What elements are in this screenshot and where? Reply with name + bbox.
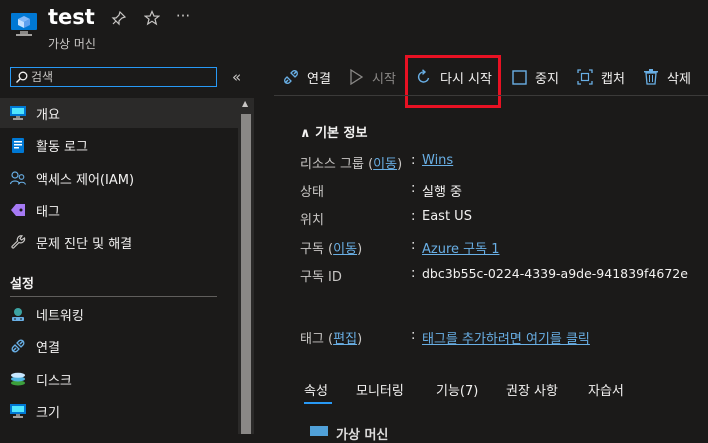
- sidebar-item-size[interactable]: 크기: [0, 396, 238, 426]
- edit-tags-link[interactable]: 편집: [333, 332, 357, 347]
- subscription-id-value: dbc3b55c-0224-4339-a9de-941839f4672e: [422, 266, 688, 281]
- sidebar-item-label: 활동 로그: [36, 139, 88, 155]
- vm-icon: [10, 10, 38, 38]
- wrench-icon: [10, 234, 26, 250]
- search-icon: [16, 71, 28, 83]
- move-link[interactable]: 이동: [333, 242, 357, 257]
- separator: :: [411, 266, 416, 281]
- restart-highlight-box: [405, 55, 501, 108]
- monitor-icon: [10, 105, 26, 121]
- log-icon: [10, 137, 26, 153]
- network-icon: [10, 306, 26, 322]
- tab-tutorials[interactable]: 자습서: [588, 380, 624, 399]
- sidebar-item-label: 태그: [36, 204, 60, 220]
- move-link[interactable]: 이동: [373, 157, 397, 172]
- disk-icon: [10, 371, 26, 387]
- sidebar-item-iam[interactable]: 액세스 제어(IAM): [0, 163, 238, 193]
- sidebar-item-label: 문제 진단 및 해결: [36, 236, 133, 252]
- subscription-link[interactable]: Azure 구독 1: [422, 238, 499, 257]
- capture-button[interactable]: 캡처: [577, 62, 625, 92]
- sidebar-item-connect[interactable]: 연결: [0, 331, 238, 361]
- separator: :: [411, 328, 416, 343]
- capture-icon: [577, 69, 593, 85]
- page-title: test: [48, 5, 95, 29]
- sidebar-item-diagnose[interactable]: 문제 진단 및 해결: [0, 227, 238, 257]
- sidebar-item-label: 액세스 제어(IAM): [36, 172, 135, 188]
- essentials-label-status: 상태: [300, 185, 324, 200]
- play-icon: [348, 69, 364, 85]
- page-subtitle: 가상 머신: [48, 37, 96, 51]
- scrollbar-thumb[interactable]: [241, 114, 251, 434]
- location-value: East US: [422, 209, 472, 224]
- tab-monitoring[interactable]: 모니터링: [356, 380, 404, 399]
- sidebar-item-label: 개요: [36, 107, 60, 123]
- search-box[interactable]: [10, 67, 217, 87]
- sidebar-item-disks[interactable]: 디스크: [0, 364, 238, 394]
- stop-button[interactable]: 중지: [511, 62, 559, 92]
- resource-group-link[interactable]: Wins: [422, 153, 453, 168]
- trash-icon: [643, 69, 659, 85]
- add-tags-link[interactable]: 태그를 추가하려면 여기를 클릭: [422, 328, 590, 347]
- separator: :: [411, 181, 416, 196]
- sidebar-item-label: 디스크: [36, 373, 72, 389]
- star-icon[interactable]: [143, 10, 161, 28]
- essentials-label-subscription-id: 구독 ID: [300, 270, 342, 285]
- divider: [10, 296, 217, 297]
- tab-properties[interactable]: 속성: [304, 380, 328, 399]
- connect-icon: [10, 338, 26, 354]
- essentials-label-subscription: 구독 (이동): [300, 242, 363, 257]
- monitor-icon: [10, 403, 26, 419]
- separator: :: [411, 238, 416, 253]
- more-icon[interactable]: ···: [174, 7, 192, 25]
- sidebar-item-activity-log[interactable]: 활동 로그: [0, 130, 238, 160]
- sidebar-item-label: 네트워킹: [36, 308, 84, 324]
- people-icon: [10, 170, 26, 186]
- connect-icon: [283, 69, 299, 85]
- sidebar-item-overview[interactable]: 개요: [0, 98, 238, 128]
- sidebar-item-label: 크기: [36, 405, 60, 421]
- pin-icon[interactable]: [110, 10, 128, 28]
- sidebar-item-label: 연결: [36, 340, 60, 356]
- status-value: 실행 중: [422, 185, 463, 200]
- connect-button[interactable]: 연결: [283, 62, 331, 92]
- start-button[interactable]: 시작: [348, 62, 396, 92]
- sidebar-item-tags[interactable]: 태그: [0, 195, 238, 225]
- tab-recommendations[interactable]: 권장 사항: [506, 380, 558, 399]
- vm-icon: [310, 426, 328, 436]
- essentials-label-location: 위치: [300, 213, 324, 228]
- tag-icon: [10, 202, 26, 218]
- tab-capabilities[interactable]: 기능(7): [436, 380, 478, 399]
- separator: :: [411, 153, 416, 168]
- delete-button[interactable]: 삭제: [643, 62, 691, 92]
- collapse-sidebar-icon[interactable]: «: [232, 68, 241, 86]
- toolbar-divider: [274, 95, 708, 96]
- section-heading-settings: 설정: [10, 277, 34, 292]
- sidebar-item-networking[interactable]: 네트워킹: [0, 299, 238, 329]
- essentials-label-resource-group: 리소스 그룹 (이동): [300, 157, 403, 172]
- essentials-label-tags: 태그 (편집): [300, 332, 363, 347]
- separator: :: [411, 209, 416, 224]
- essentials-toggle[interactable]: ∧ 기본 정보: [300, 122, 367, 141]
- search-input[interactable]: [31, 69, 213, 85]
- stop-icon: [511, 69, 527, 85]
- scroll-up-icon[interactable]: ▲: [242, 99, 248, 108]
- active-tab-indicator: [304, 402, 332, 404]
